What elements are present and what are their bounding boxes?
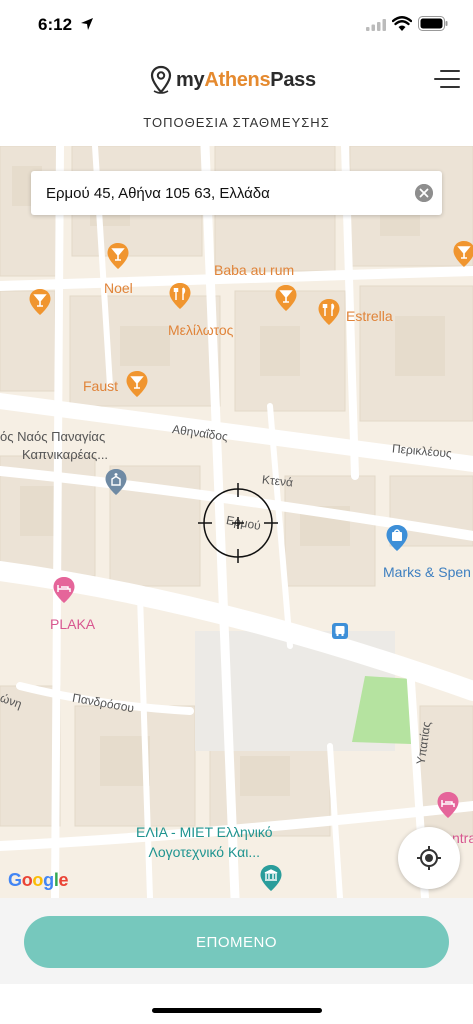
restaurant-icon[interactable] xyxy=(317,298,341,326)
poi-label-marks[interactable]: Marks & Spen xyxy=(383,564,471,580)
next-button[interactable]: ΕΠΟΜΕΝΟ xyxy=(24,916,449,968)
logo-pin-icon xyxy=(150,65,172,94)
hamburger-menu-icon[interactable] xyxy=(434,68,460,90)
status-time: 6:12 xyxy=(38,15,73,34)
home-indicator[interactable] xyxy=(152,1008,322,1013)
google-letter-o1: o xyxy=(21,870,33,890)
logo-my: my xyxy=(176,68,205,91)
address-search-input[interactable] xyxy=(46,171,406,215)
bar-icon[interactable] xyxy=(28,288,52,316)
battery-icon xyxy=(418,16,448,31)
address-search-box xyxy=(31,171,442,215)
google-letter-g: G xyxy=(8,870,22,890)
wifi-icon xyxy=(392,16,412,31)
poi-label-estrella[interactable]: Estrella xyxy=(346,308,393,324)
google-logo: Google xyxy=(8,870,69,891)
bus-stop-icon[interactable] xyxy=(332,623,348,639)
elia-line-2: Λογοτεχνικό Και... xyxy=(148,844,261,860)
poi-label-noel[interactable]: Noel xyxy=(104,280,133,296)
bar-icon[interactable] xyxy=(452,240,473,268)
google-letter-e: e xyxy=(58,870,69,890)
poi-label-elia[interactable]: ΕΛΙΑ - ΜΙΕΤ Ελληνικό Λογοτεχνικό Και... xyxy=(136,822,273,862)
church-line-1: ός Ναός Παναγίας xyxy=(0,429,106,444)
location-arrow-icon xyxy=(81,18,93,30)
poi-label-melilotos[interactable]: Μελίλωτος xyxy=(168,322,233,338)
google-letter-o2: o xyxy=(32,870,44,890)
hotel-icon[interactable] xyxy=(52,576,76,604)
poi-label-baba-au-rum[interactable]: Baba au rum xyxy=(214,262,294,278)
map-view[interactable]: Noel Baba au rum Μελίλωτος Estrella Faus… xyxy=(0,146,473,898)
app-logo: myAthensPass xyxy=(150,64,316,96)
app-header: myAthensPass ΤΟΠΟΘΕΣΙΑ ΣΤΑΘΜΕΥΣΗΣ xyxy=(0,50,473,146)
google-letter-g2: g xyxy=(43,870,54,890)
church-icon[interactable] xyxy=(104,468,128,496)
restaurant-icon[interactable] xyxy=(168,282,192,310)
church-line-2: Καπνικαρέας... xyxy=(22,447,109,462)
logo-athens: Athens xyxy=(204,68,271,91)
logo-text: myAthensPass xyxy=(176,69,316,92)
clear-icon[interactable] xyxy=(415,184,433,202)
poi-label-faust[interactable]: Faust xyxy=(83,378,118,394)
poi-label-plaka[interactable]: PLAKA xyxy=(50,616,95,632)
cellular-signal-icon xyxy=(366,19,386,31)
bar-icon[interactable] xyxy=(106,242,130,270)
footer-bar: ΕΠΟΜΕΝΟ xyxy=(0,898,473,984)
bar-icon[interactable] xyxy=(274,284,298,312)
museum-icon[interactable] xyxy=(259,864,283,892)
logo-pass: Pass xyxy=(270,68,316,91)
page-subtitle: ΤΟΠΟΘΕΣΙΑ ΣΤΑΘΜΕΥΣΗΣ xyxy=(143,115,330,130)
bar-icon[interactable] xyxy=(125,370,149,398)
my-location-button[interactable] xyxy=(398,827,460,889)
hotel-icon[interactable] xyxy=(436,791,460,819)
crosshair-target-icon xyxy=(198,483,278,563)
status-bar: 6:12 xyxy=(0,0,473,50)
shopping-bag-icon[interactable] xyxy=(385,524,409,552)
my-location-icon xyxy=(417,846,441,870)
poi-label-church[interactable]: ός Ναός Παναγίας Καπνικαρέας... xyxy=(0,428,108,464)
elia-line-1: ΕΛΙΑ - ΜΙΕΤ Ελληνικό xyxy=(136,824,273,840)
